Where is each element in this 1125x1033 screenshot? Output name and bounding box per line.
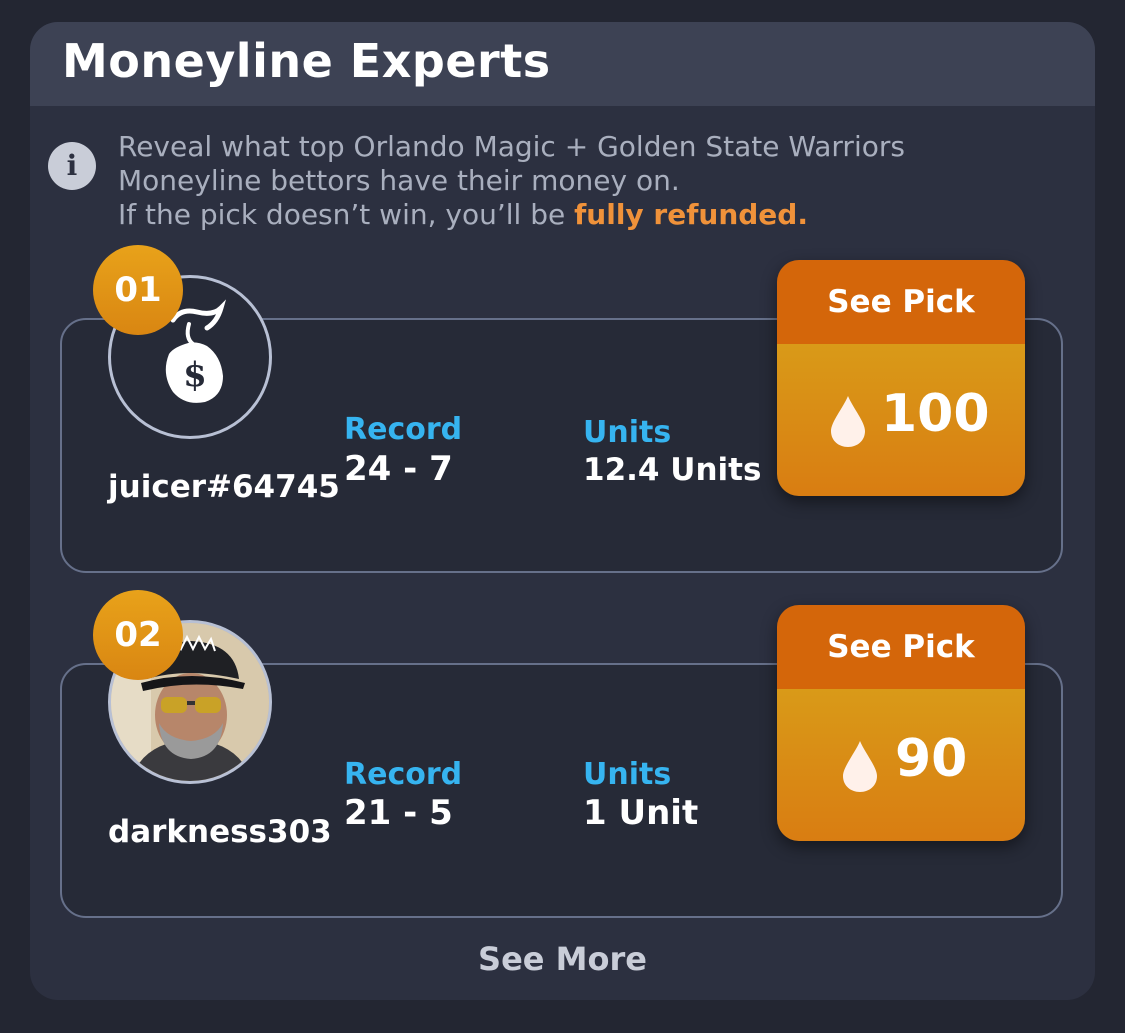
card-header: Moneyline Experts <box>30 22 1095 106</box>
info-description: Reveal what top Orlando Magic + Golden S… <box>118 130 1078 232</box>
svg-text:$: $ <box>183 355 207 395</box>
info-line-3-prefix: If the pick doesn’t win, you’ll be <box>118 198 575 231</box>
username[interactable]: darkness303 <box>108 814 332 850</box>
see-more-button[interactable]: See More <box>30 940 1095 978</box>
units-value: 12.4 Units <box>583 452 762 488</box>
units-value: 1 Unit <box>583 793 699 833</box>
units-label: Units <box>583 415 672 450</box>
moneyline-experts-card: Moneyline Experts i Reveal what top Orla… <box>30 22 1095 1000</box>
rank-badge: 02 <box>93 590 183 680</box>
info-line-1: Reveal what top Orlando Magic + Golden S… <box>118 130 905 163</box>
info-icon: i <box>48 142 96 190</box>
pick-cost-area: 100 <box>777 344 1025 496</box>
card-title: Moneyline Experts <box>62 34 551 88</box>
see-pick-label: See Pick <box>777 605 1025 689</box>
record-value: 21 - 5 <box>344 793 453 833</box>
username[interactable]: juicer#64745 <box>108 469 340 505</box>
see-pick-button[interactable]: See Pick 100 <box>777 260 1025 496</box>
record-label: Record <box>344 757 463 792</box>
see-pick-button[interactable]: See Pick 90 <box>777 605 1025 841</box>
see-pick-label: See Pick <box>777 260 1025 344</box>
pick-cost-area: 90 <box>777 689 1025 841</box>
info-line-3: If the pick doesn’t win, you’ll be fully… <box>118 198 1078 232</box>
drop-icon <box>843 741 877 792</box>
rank-badge: 01 <box>93 245 183 335</box>
units-label: Units <box>583 757 672 792</box>
record-value: 24 - 7 <box>344 449 453 489</box>
pick-cost: 100 <box>881 384 990 444</box>
record-label: Record <box>344 412 463 447</box>
drop-icon <box>831 396 865 447</box>
info-line-2: Moneyline bettors have their money on. <box>118 164 680 197</box>
pick-cost: 90 <box>895 729 968 789</box>
refund-highlight: fully refunded. <box>574 198 808 231</box>
